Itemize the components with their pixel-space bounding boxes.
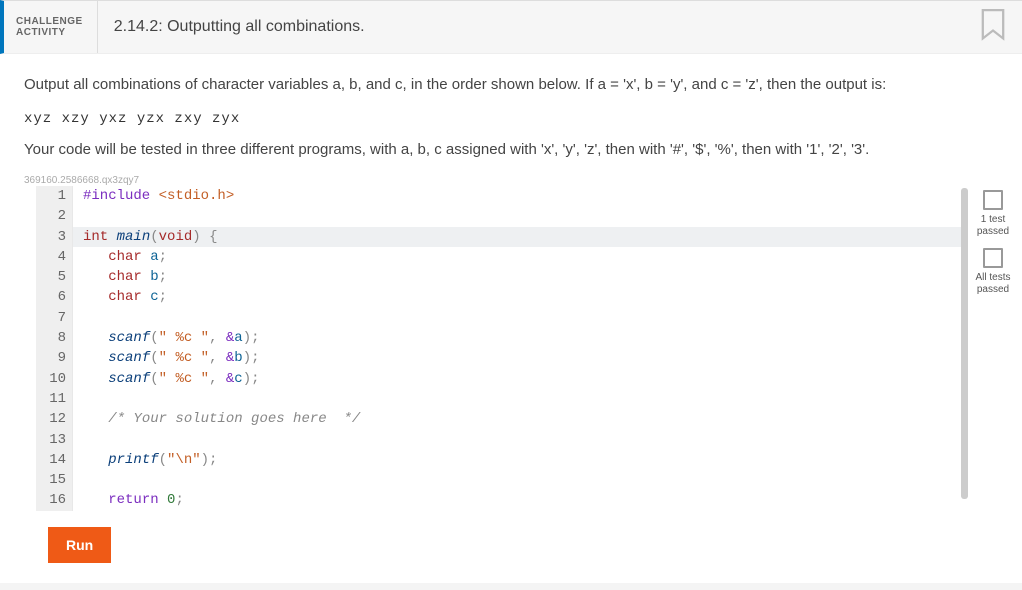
- actions-row: Run: [0, 511, 1022, 583]
- line-number: 5: [36, 267, 73, 287]
- line-number: 12: [36, 409, 73, 429]
- test-status-2: All tests passed: [968, 272, 1018, 296]
- challenge-title: 2.14.2: Outputting all combinations.: [98, 1, 365, 53]
- eyebrow-line1: CHALLENGE: [16, 16, 83, 27]
- expected-output: xyz xzy yxz yzx zxy zyx: [0, 107, 1022, 131]
- test-status-1: 1 test passed: [968, 214, 1018, 238]
- line-number: 8: [36, 328, 73, 348]
- line-number: 14: [36, 450, 73, 470]
- challenge-eyebrow: CHALLENGE ACTIVITY: [4, 1, 98, 53]
- checkbox-icon: [983, 190, 1003, 210]
- code-editor[interactable]: 1#include <stdio.h> 2 3int main(void) { …: [36, 186, 968, 511]
- line-number: 15: [36, 470, 73, 490]
- test-status-panel: 1 test passed All tests passed: [968, 186, 1018, 302]
- challenge-card: CHALLENGE ACTIVITY 2.14.2: Outputting al…: [0, 0, 1022, 583]
- line-number: 11: [36, 389, 73, 409]
- line-number: 2: [36, 206, 73, 226]
- bookmark-icon[interactable]: [978, 9, 1008, 46]
- line-number: 7: [36, 308, 73, 328]
- line-number: 3: [36, 227, 73, 247]
- editor-area: 1#include <stdio.h> 2 3int main(void) { …: [0, 186, 1022, 511]
- eyebrow-line2: ACTIVITY: [16, 27, 83, 38]
- challenge-description-2: Your code will be tested in three differ…: [0, 131, 1022, 176]
- line-number: 16: [36, 490, 73, 510]
- line-number: 1: [36, 186, 73, 206]
- challenge-header: CHALLENGE ACTIVITY 2.14.2: Outputting al…: [0, 0, 1022, 54]
- line-number: 9: [36, 348, 73, 368]
- checkbox-icon: [983, 248, 1003, 268]
- line-number: 13: [36, 430, 73, 450]
- editor-scrollbar[interactable]: [960, 186, 968, 511]
- line-number: 10: [36, 369, 73, 389]
- line-number: 6: [36, 287, 73, 307]
- challenge-hash: 369160.2586668.qx3zqy7: [0, 175, 1022, 186]
- challenge-description: Output all combinations of character var…: [0, 54, 1022, 107]
- run-button[interactable]: Run: [48, 527, 111, 563]
- line-number: 4: [36, 247, 73, 267]
